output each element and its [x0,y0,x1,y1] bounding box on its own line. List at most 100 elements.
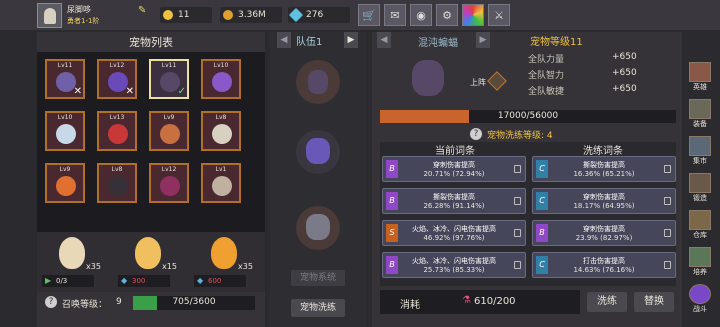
pet-level-label: Lv13 [109,114,125,121]
pet-cell[interactable]: Lv12 [149,163,189,203]
detail-next-button[interactable]: ▶ [476,32,490,48]
entry-name: 打击伤害提高 [583,257,625,265]
lock-icon[interactable] [664,261,671,269]
entry-card[interactable]: B 火焰、冰冷、闪电伤害提高 25.73% (85.33%) [382,252,526,278]
entry-card[interactable]: S 火焰、冰冷、闪电伤害提高 46.92% (97.76%) [382,220,526,246]
summon-progress-text: 705/3600 [172,297,216,307]
video-icon: ▶ [45,276,52,285]
pet-sprite [108,124,128,144]
pet-cell[interactable]: Lv8 [201,111,241,151]
pet-refine-button[interactable]: 宠物洗练 [291,299,345,317]
sidebar-item[interactable]: 集市 [686,136,714,170]
pet-cell[interactable]: Lv11 ✕ [45,59,85,99]
pet-sprite [160,124,180,144]
pet-cell[interactable]: Lv9 [149,111,189,151]
summon-progress-bar: 705/3600 [133,296,255,310]
sidebar-item[interactable]: 英雄 [686,62,714,96]
team-slot-3[interactable] [296,206,340,250]
lock-icon[interactable] [514,229,521,237]
train-icon [689,247,711,267]
entry-card[interactable]: B 穿刺伤害提高 20.71% (72.94%) [382,156,526,182]
egg-slot[interactable]: x35 [54,236,101,272]
diamond-icon: ◆ [121,276,128,285]
warehouse-icon [689,210,711,230]
entry-card[interactable]: B 穿刺伤害提高 23.9% (82.97%) [532,220,676,246]
entry-name: 撕裂伤害提高 [583,161,625,169]
pet-sprite [212,124,232,144]
pet-exp-bar: 17000/56000 [380,110,676,123]
check-icon: ✓ [177,86,186,97]
grade-badge: C [536,192,548,210]
help-icon[interactable]: ? [45,296,57,308]
rainbow-icon[interactable] [462,4,484,26]
team-prev-button[interactable]: ◀ [277,32,291,48]
pet-cell[interactable]: Lv9 [45,163,85,203]
coin-counter: 11 [160,7,212,23]
pet-cell[interactable]: Lv10 [201,59,241,99]
refine-button[interactable]: 洗练 [587,292,627,312]
egg-slot[interactable]: x15 [130,236,177,272]
pet-cell[interactable]: Lv1 [201,163,241,203]
sidebar-item[interactable]: 仓库 [686,210,714,244]
gray-bat-pet-sprite [306,214,330,240]
player-name: 尿脚哆 [67,5,91,14]
sidebar-label: 装备 [693,120,707,128]
egg-cost: ◆ 300 [118,275,170,287]
entry-card[interactable]: C 打击伤害提高 14.63% (76.16%) [532,252,676,278]
team-slot-1[interactable] [296,60,340,104]
entry-value: 20.71% (72.94%) [423,170,485,178]
pet-cell[interactable]: Lv10 [45,111,85,151]
team-next-button[interactable]: ▶ [344,32,358,48]
sword-icon[interactable]: ⚔ [488,4,510,26]
pet-sprite [212,176,232,196]
shop-icon[interactable]: 🛒 [358,4,380,26]
entry-card[interactable]: B 撕裂伤害提高 26.28% (91.14%) [382,188,526,214]
sidebar-label: 战斗 [693,305,707,313]
pet-cell[interactable]: Lv12 ✕ [97,59,137,99]
egg-slot[interactable]: x35 [206,236,253,272]
avatar[interactable] [37,3,62,28]
mail-icon[interactable]: ✉ [384,4,406,26]
grade-badge: B [386,192,398,210]
gear-icon[interactable]: ⚙ [436,4,458,26]
pet-level: 宠物等级11 [530,37,583,48]
sidebar-item[interactable]: 培养 [686,247,714,281]
sidebar-item[interactable]: 战斗 [686,284,714,318]
entry-card[interactable]: C 穿刺伤害提高 18.17% (64.95%) [532,188,676,214]
lock-icon[interactable] [514,197,521,205]
entry-card[interactable]: C 撕裂伤害提高 16.36% (65.21%) [532,156,676,182]
lock-icon[interactable] [514,261,521,269]
lock-icon[interactable] [664,165,671,173]
entry-value: 18.17% (64.95%) [573,202,635,210]
entry-value: 26.28% (91.14%) [423,202,485,210]
egg-count: x15 [162,262,177,271]
hero-icon [689,62,711,82]
stat-value: +650 [612,52,637,62]
lock-icon[interactable] [664,229,671,237]
potion-icon: ⚗ [462,295,471,306]
pet-system-button[interactable]: 宠物系统 [291,270,345,286]
lock-icon[interactable] [664,197,671,205]
stat-label: 全队智力 [528,71,565,81]
pet-cell[interactable]: Lv11 ✓ [149,59,189,99]
pet-level-label: Lv8 [111,166,123,173]
battle-icon [689,284,711,304]
stat-label: 全队力量 [528,55,565,65]
sidebar-item[interactable]: 锻造 [686,173,714,207]
refine-level: 宠物洗练等级: 4 [487,131,553,141]
pet-cell[interactable]: Lv13 [97,111,137,151]
gamepad-icon[interactable]: ◉ [410,4,432,26]
sidebar-item[interactable]: 装备 [686,99,714,133]
detail-prev-button[interactable]: ◀ [377,32,391,48]
pet-level-label: Lv9 [59,166,71,173]
cross-icon: ✕ [125,86,134,97]
team-slot-2[interactable] [296,130,340,174]
lock-icon[interactable] [514,165,521,173]
replace-button[interactable]: 替换 [634,292,674,312]
egg-count: x35 [238,262,253,271]
refine-help-icon[interactable]: ? [470,128,482,140]
pet-cell[interactable]: Lv8 [97,163,137,203]
sidebar-label: 仓库 [693,231,707,239]
edit-icon[interactable]: ✎ [138,5,146,16]
stat-value: +650 [612,84,637,94]
